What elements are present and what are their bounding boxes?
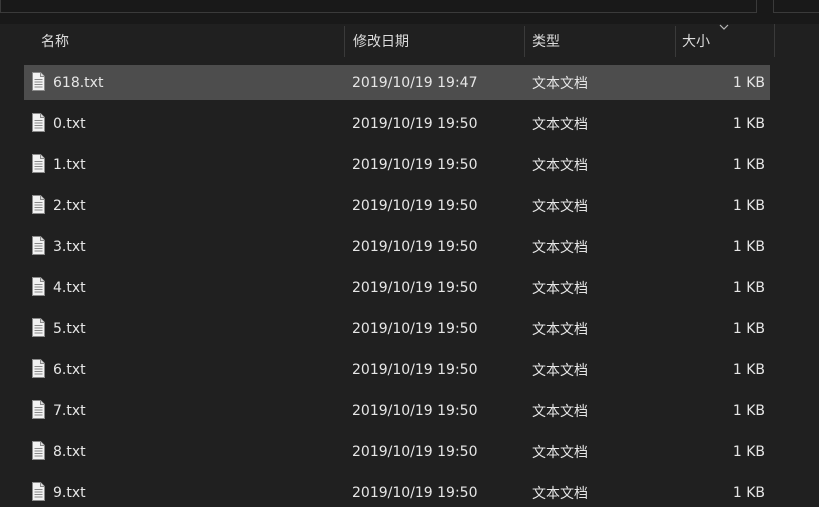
file-modified-date: 2019/10/19 19:50: [352, 279, 478, 296]
file-type: 文本文档: [532, 444, 588, 461]
file-row[interactable]: 5.txt 2019/10/19 19:50 文本文档 1 KB: [24, 311, 770, 346]
file-modified-date: 2019/10/19 19:50: [352, 361, 478, 378]
file-explorer-window: 名称 修改日期 类型 大小 618.txt 2019/10/19 19:47 文本文…: [0, 0, 819, 507]
text-file-icon: [31, 277, 46, 296]
file-name: 6.txt: [53, 361, 86, 378]
file-list-view[interactable]: 名称 修改日期 类型 大小 618.txt 2019/10/19 19:47 文本文…: [0, 24, 819, 507]
column-divider: [774, 24, 775, 57]
file-name: 2.txt: [53, 197, 86, 214]
text-file-icon: [31, 441, 46, 460]
text-file-icon: [31, 482, 46, 501]
file-name: 618.txt: [53, 74, 104, 91]
column-header-name[interactable]: 名称: [41, 24, 341, 57]
file-size: 1 KB: [732, 115, 765, 132]
column-divider[interactable]: [344, 26, 345, 57]
file-modified-date: 2019/10/19 19:50: [352, 238, 478, 255]
file-row[interactable]: 9.txt 2019/10/19 19:50 文本文档 1 KB: [24, 475, 770, 507]
file-type: 文本文档: [532, 198, 588, 215]
file-type: 文本文档: [532, 485, 588, 502]
file-size: 1 KB: [732, 484, 765, 501]
file-row[interactable]: 618.txt 2019/10/19 19:47 文本文档 1 KB: [24, 65, 770, 100]
chevron-down-icon: [719, 24, 729, 30]
file-type: 文本文档: [532, 157, 588, 174]
text-file-icon: [31, 154, 46, 173]
file-row[interactable]: 8.txt 2019/10/19 19:50 文本文档 1 KB: [24, 434, 770, 469]
file-name: 7.txt: [53, 402, 86, 419]
file-size: 1 KB: [732, 238, 765, 255]
column-divider[interactable]: [524, 26, 525, 57]
file-modified-date: 2019/10/19 19:50: [352, 156, 478, 173]
file-name: 3.txt: [53, 238, 86, 255]
text-file-icon: [31, 113, 46, 132]
file-modified-date: 2019/10/19 19:50: [352, 115, 478, 132]
file-type: 文本文档: [532, 280, 588, 297]
file-name: 4.txt: [53, 279, 86, 296]
top-bar: [0, 0, 819, 24]
column-header-modified-label: 修改日期: [353, 33, 409, 50]
search-box[interactable]: [773, 0, 819, 13]
file-modified-date: 2019/10/19 19:50: [352, 443, 478, 460]
file-type: 文本文档: [532, 403, 588, 420]
text-file-icon: [31, 72, 46, 91]
file-type: 文本文档: [532, 116, 588, 133]
file-size: 1 KB: [732, 402, 765, 419]
file-size: 1 KB: [732, 197, 765, 214]
file-modified-date: 2019/10/19 19:50: [352, 197, 478, 214]
file-modified-date: 2019/10/19 19:50: [352, 320, 478, 337]
column-header-size-label: 大小: [682, 33, 710, 50]
file-type: 文本文档: [532, 362, 588, 379]
file-modified-date: 2019/10/19 19:47: [352, 74, 478, 91]
column-header-type[interactable]: 类型: [532, 24, 672, 57]
file-row[interactable]: 7.txt 2019/10/19 19:50 文本文档 1 KB: [24, 393, 770, 428]
column-header: 名称 修改日期 类型 大小: [0, 24, 819, 57]
file-name: 9.txt: [53, 484, 86, 501]
column-header-type-label: 类型: [532, 33, 560, 50]
file-size: 1 KB: [732, 74, 765, 91]
column-header-name-label: 名称: [41, 33, 69, 50]
file-row[interactable]: 2.txt 2019/10/19 19:50 文本文档 1 KB: [24, 188, 770, 223]
text-file-icon: [31, 195, 46, 214]
file-size: 1 KB: [732, 279, 765, 296]
file-size: 1 KB: [732, 361, 765, 378]
file-type: 文本文档: [532, 239, 588, 256]
text-file-icon: [31, 359, 46, 378]
file-row[interactable]: 1.txt 2019/10/19 19:50 文本文档 1 KB: [24, 147, 770, 182]
file-size: 1 KB: [732, 156, 765, 173]
file-row[interactable]: 0.txt 2019/10/19 19:50 文本文档 1 KB: [24, 106, 770, 141]
file-type: 文本文档: [532, 321, 588, 338]
file-modified-date: 2019/10/19 19:50: [352, 402, 478, 419]
file-type: 文本文档: [532, 75, 588, 92]
text-file-icon: [31, 318, 46, 337]
file-modified-date: 2019/10/19 19:50: [352, 484, 478, 501]
column-header-modified[interactable]: 修改日期: [353, 24, 521, 57]
file-name: 1.txt: [53, 156, 86, 173]
file-name: 5.txt: [53, 320, 86, 337]
file-name: 0.txt: [53, 115, 86, 132]
file-size: 1 KB: [732, 320, 765, 337]
file-row[interactable]: 6.txt 2019/10/19 19:50 文本文档 1 KB: [24, 352, 770, 387]
address-bar[interactable]: [0, 0, 757, 13]
text-file-icon: [31, 400, 46, 419]
file-row[interactable]: 4.txt 2019/10/19 19:50 文本文档 1 KB: [24, 270, 770, 305]
file-size: 1 KB: [732, 443, 765, 460]
text-file-icon: [31, 236, 46, 255]
file-row[interactable]: 3.txt 2019/10/19 19:50 文本文档 1 KB: [24, 229, 770, 264]
column-divider[interactable]: [675, 26, 676, 57]
file-name: 8.txt: [53, 443, 86, 460]
